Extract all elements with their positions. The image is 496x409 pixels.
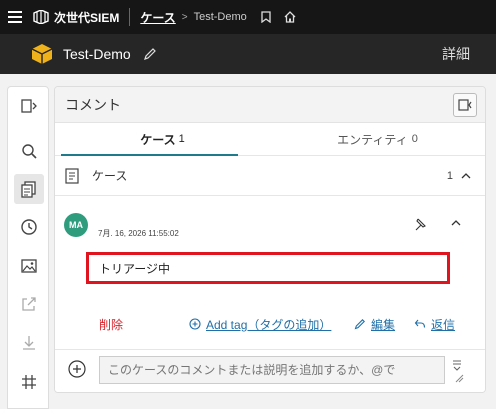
avatar: MA <box>64 213 88 237</box>
breadcrumb-cases-link[interactable]: ケース <box>140 9 175 26</box>
case-title: Test-Demo <box>63 46 131 62</box>
document-icon <box>65 167 79 184</box>
reply-label: 返信 <box>431 317 456 332</box>
edit-title-pencil-icon[interactable] <box>143 47 157 61</box>
tab-entity[interactable]: エンティティ 0 <box>270 123 485 155</box>
add-tag-button[interactable]: Add tag（タグの追加） <box>189 316 331 333</box>
add-tag-label: Add tag（タグの追加） <box>206 317 332 332</box>
reply-button[interactable]: 返信 <box>414 316 455 333</box>
edit-button[interactable]: 編集 <box>354 316 395 333</box>
delete-button[interactable]: 削除 <box>99 316 123 333</box>
home-icon[interactable] <box>281 8 299 26</box>
add-circle-icon <box>189 318 201 330</box>
case-title-bar: Test-Demo 詳細 <box>0 34 496 74</box>
tab-case[interactable]: ケース 1 <box>55 123 270 155</box>
panel-title: コメント <box>65 96 121 113</box>
composer-expand-icon[interactable] <box>449 356 465 384</box>
top-bar: 次世代SIEM ケース > Test-Demo <box>0 0 496 34</box>
hamburger-menu-icon[interactable] <box>0 0 30 34</box>
grid-icon[interactable] <box>14 367 44 397</box>
breadcrumb-chevron-icon: > <box>181 11 188 23</box>
comment-timestamp: 7月. 16, 2026 11:55:02 <box>98 229 179 238</box>
comment-chevron-up-icon[interactable] <box>451 218 461 228</box>
collapse-panel-button[interactable] <box>453 93 477 117</box>
expand-panel-icon[interactable] <box>14 91 44 121</box>
tab-case-count: 1 <box>178 133 185 145</box>
comment-composer <box>55 349 485 392</box>
search-icon[interactable] <box>14 136 44 166</box>
comment-tabs: ケース 1 エンティティ 0 <box>55 123 485 156</box>
details-button[interactable]: 詳細 <box>442 44 470 64</box>
panel-header: コメント <box>55 87 485 123</box>
cases-icon[interactable] <box>14 174 44 204</box>
tab-case-label: ケース <box>140 132 176 147</box>
download-icon[interactable] <box>14 328 44 358</box>
case-section-header[interactable]: ケース 1 <box>55 156 485 196</box>
comment-input[interactable] <box>99 356 445 384</box>
product-logo-icon <box>30 0 52 34</box>
edit-pencil-icon <box>354 319 365 330</box>
case-cube-icon <box>31 44 53 64</box>
comment-panel: コメント ケース 1 エンティティ 0 ケース 1 MA 7月. 16, 202… <box>54 86 486 393</box>
section-count: 1 <box>446 169 453 182</box>
bookmark-icon[interactable] <box>257 8 275 26</box>
edit-label: 編集 <box>371 317 396 332</box>
add-attachment-icon[interactable] <box>68 360 86 378</box>
tab-entity-label: エンティティ <box>337 132 408 147</box>
collapse-panel-icon <box>458 99 472 111</box>
divider <box>129 8 131 26</box>
breadcrumb-current: Test-Demo <box>193 11 247 23</box>
export-icon[interactable] <box>14 289 44 319</box>
comment-actions: 削除 Add tag（タグの追加） 編集 返信 <box>55 314 485 334</box>
left-tool-rail <box>7 86 49 409</box>
history-icon[interactable] <box>14 212 44 242</box>
pin-icon[interactable] <box>413 217 427 231</box>
tab-entity-count: 0 <box>411 133 418 145</box>
comment-text: トリアージ中 <box>86 252 450 284</box>
comment-item: MA 7月. 16, 2026 11:55:02 トリアージ中 削除 Add t… <box>55 196 485 346</box>
image-icon[interactable] <box>14 251 44 281</box>
chevron-up-icon[interactable] <box>461 171 471 181</box>
reply-arrow-icon <box>414 319 426 328</box>
section-label: ケース <box>92 169 128 183</box>
app-name[interactable]: 次世代SIEM <box>54 9 119 26</box>
